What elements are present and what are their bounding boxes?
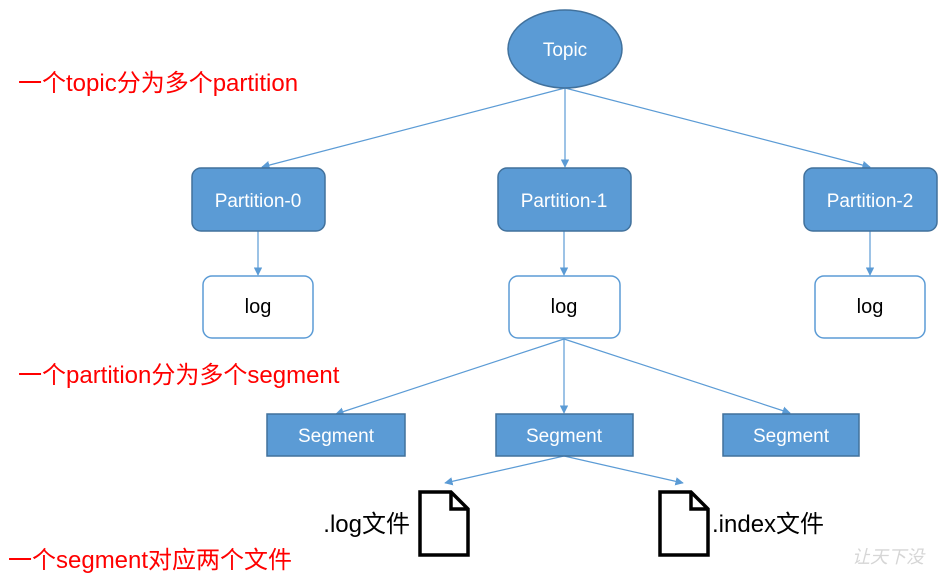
annotation-segment-files: 一个segment对应两个文件 [8,547,292,574]
edge-segment-index-file [563,455,684,486]
index-file-label: .index文件 [712,511,824,538]
document-icon [658,490,710,557]
partition-label: Partition-0 [215,191,302,212]
topic-label: Topic [543,40,587,61]
edge-topic-partition-0 [261,87,566,170]
index-file[interactable]: .index文件 [658,490,824,557]
edge-topic-partition-2 [564,87,871,170]
segment-label: Segment [526,426,603,447]
partition-label: Partition-2 [827,191,914,212]
segment-node-1[interactable]: Segment [495,413,634,457]
log-label: log [245,296,272,318]
annotation-topic-partition: 一个topic分为多个partition [18,70,298,97]
log-file[interactable]: .log文件 [323,490,470,557]
log-node-0[interactable]: log [202,275,314,339]
log-node-1[interactable]: log [508,275,621,339]
partition-label: Partition-1 [521,191,608,212]
partition-node-1[interactable]: Partition-1 [497,167,632,232]
kafka-storage-diagram: Topic Partition-0 Partition-1 Partition-… [8,9,938,574]
edge-log-segment-2 [563,338,791,415]
annotation-partition-segment: 一个partition分为多个segment [18,362,340,389]
topic-node[interactable]: Topic [507,9,623,89]
segment-label: Segment [753,426,830,447]
log-node-2[interactable]: log [814,275,926,339]
log-label: log [551,296,578,318]
edge-segment-log-file [444,455,565,486]
log-label: log [857,296,884,318]
partition-node-0[interactable]: Partition-0 [191,167,326,232]
document-icon [418,490,470,557]
segment-node-2[interactable]: Segment [722,413,860,457]
segment-node-0[interactable]: Segment [266,413,406,457]
watermark: 让天下没 [852,547,926,568]
partition-node-2[interactable]: Partition-2 [803,167,938,232]
segment-label: Segment [298,426,375,447]
edge-log-segment-0 [335,338,565,416]
log-file-label: .log文件 [323,511,410,538]
